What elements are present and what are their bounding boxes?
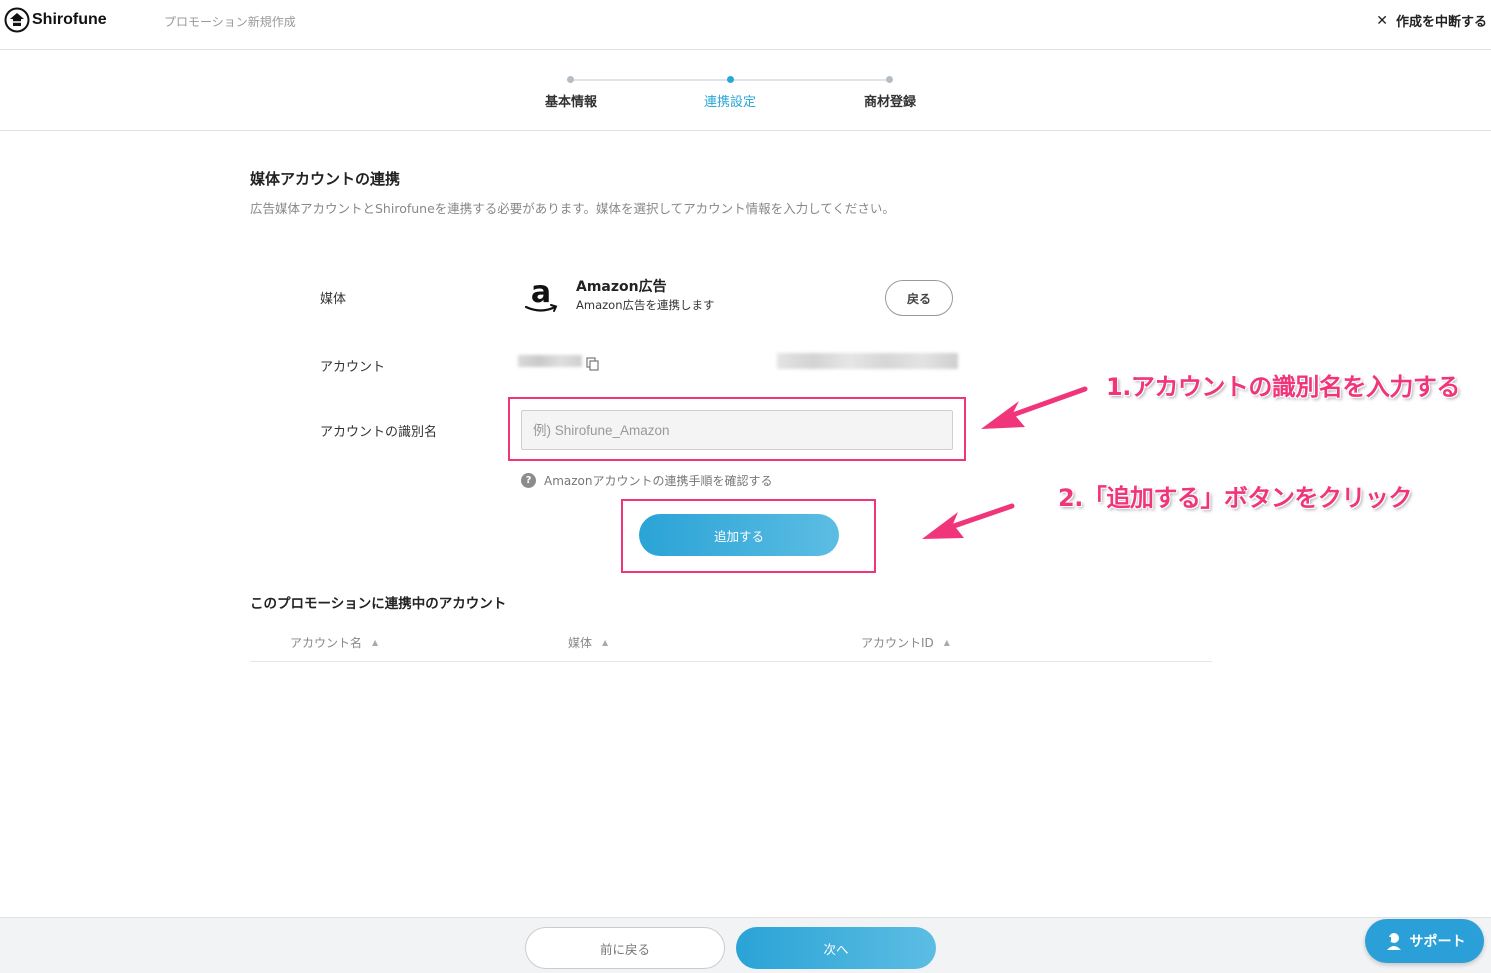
page-title: プロモーション新規作成	[164, 15, 296, 29]
help-link[interactable]: ? Amazonアカウントの連携手順を確認する	[521, 472, 773, 489]
abort-label: 作成を中断する	[1395, 15, 1487, 30]
account-label: アカウント	[320, 360, 386, 375]
copy-icon[interactable]	[586, 357, 600, 371]
sort-up-icon: ▲	[372, 638, 379, 647]
column-account-name[interactable]: アカウント名 ▲	[290, 634, 378, 651]
section-title: 媒体アカウントの連携	[250, 170, 401, 188]
section-description: 広告媒体アカウントとShirofuneを連携する必要があります。媒体を選択してア…	[250, 201, 895, 216]
svg-text:a: a	[531, 276, 551, 310]
next-button[interactable]: 次へ	[736, 927, 936, 969]
back-button[interactable]: 戻る	[885, 280, 953, 316]
help-link-text: Amazonアカウントの連携手順を確認する	[544, 474, 773, 488]
highlight-box-identifier	[508, 397, 966, 461]
annotation-step2: 2.「追加する」ボタンをクリック	[1058, 484, 1412, 512]
step-product-registration[interactable]: 商材登録	[840, 91, 940, 110]
amazon-logo-icon: a	[524, 276, 558, 312]
support-label: サポート	[1409, 934, 1466, 950]
blurred-account-value	[518, 355, 582, 367]
step-basic-info[interactable]: 基本情報	[521, 91, 621, 110]
prev-button[interactable]: 前に戻る	[525, 927, 725, 969]
column-label: 媒体	[568, 636, 593, 650]
abort-creation-button[interactable]: ✕ 作成を中断する	[1376, 11, 1487, 31]
media-label: 媒体	[320, 292, 347, 307]
support-person-icon	[1386, 933, 1401, 950]
identifier-label: アカウントの識別名	[320, 425, 438, 440]
column-label: アカウント名	[290, 636, 363, 650]
step-connector	[571, 79, 731, 81]
column-account-id[interactable]: アカウントID ▲	[861, 634, 950, 651]
support-button[interactable]: サポート	[1365, 919, 1484, 963]
annotation-arrow-icon	[981, 386, 1088, 429]
header: Shirofune プロモーション新規作成 ✕ 作成を中断する	[0, 0, 1491, 50]
footer-bar: 前に戻る 次へ	[0, 917, 1491, 973]
sort-up-icon: ▲	[602, 638, 609, 647]
highlight-box-add	[621, 499, 876, 573]
shirofune-logo-icon	[4, 7, 30, 33]
media-subtitle: Amazon広告を連携します	[576, 298, 715, 312]
linked-accounts-table-header: アカウント名 ▲ 媒体 ▲ アカウントID ▲	[250, 626, 1212, 662]
step-dot	[567, 76, 574, 83]
sort-up-icon: ▲	[943, 638, 950, 647]
step-link-settings[interactable]: 連携設定	[680, 91, 780, 110]
annotation-step1: 1.アカウントの識別名を入力する	[1106, 373, 1460, 401]
blurred-account-id	[777, 353, 958, 369]
step-dot	[886, 76, 893, 83]
brand-name: Shirofune	[32, 11, 107, 28]
step-connector	[731, 79, 891, 81]
question-icon: ?	[521, 473, 536, 488]
media-name: Amazon広告	[576, 279, 667, 295]
brand-logo[interactable]: Shirofune	[4, 7, 107, 33]
column-label: アカウントID	[861, 636, 934, 650]
stepper: 基本情報 連携設定 商材登録	[0, 51, 1491, 131]
close-icon: ✕	[1376, 12, 1388, 29]
column-media[interactable]: 媒体 ▲	[568, 634, 608, 651]
linked-accounts-title: このプロモーションに連携中のアカウント	[250, 596, 507, 612]
step-dot-active	[727, 76, 734, 83]
annotation-arrow-icon	[922, 503, 1015, 539]
